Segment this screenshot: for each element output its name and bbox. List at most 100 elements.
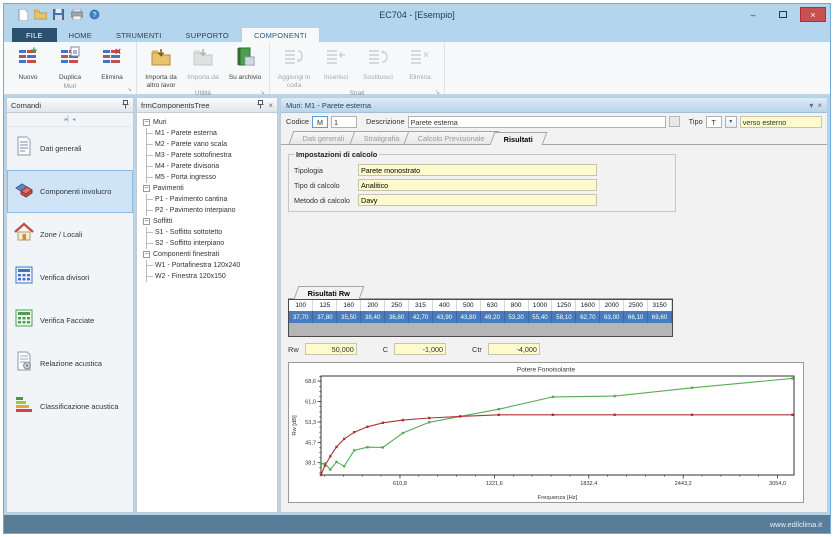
blocks-icon [14, 179, 34, 204]
tipo-label: Tipo [689, 117, 703, 126]
detail-tab-strip: Dati generaliStratigrafiaCalcolo Previsi… [281, 130, 827, 145]
tree-item-w1[interactable]: W1 - Portafinestra 120x240 [147, 260, 275, 271]
tree-item-m1[interactable]: M1 - Parete esterna [147, 128, 275, 139]
dialog-launcher-icon[interactable]: ↘ [127, 86, 132, 93]
metodo-di-calcolo-field[interactable]: Davy [358, 194, 597, 206]
impostazioni-row: Tipo di calcoloAnalitico [294, 179, 670, 191]
close-icon[interactable]: × [817, 101, 822, 110]
pin-icon[interactable] [257, 100, 264, 111]
collapse-icon[interactable]: − [143, 119, 150, 126]
tree-item-m4[interactable]: M4 - Parete divisoria [147, 161, 275, 172]
tree-item-s2[interactable]: S2 - Soffitto interpiano [147, 238, 275, 249]
freq-value-cell[interactable]: 35,50 [337, 311, 361, 323]
tab-calcolo-previsionale[interactable]: Calcolo Previsionale [404, 131, 500, 144]
freq-value-cell[interactable]: 36,80 [385, 311, 409, 323]
tree-group-pavimenti[interactable]: −Pavimenti [143, 183, 275, 194]
ribbon-tab-home[interactable]: HOME [57, 28, 104, 42]
codice-prefix-field[interactable]: M [312, 116, 328, 128]
sidebar-item-verifica-facciate[interactable]: Verifica Facciate [7, 299, 133, 342]
pin-icon[interactable] [122, 100, 129, 111]
duplica-button[interactable]: Duplica [49, 44, 91, 83]
freq-value-cell[interactable]: 53,20 [504, 311, 528, 323]
freq-value-cell[interactable]: 43,90 [432, 311, 456, 323]
su-archivio-button[interactable]: Su archivio [224, 44, 266, 90]
edilclima-link[interactable]: www.edilclima.it [770, 520, 822, 529]
tipo-field[interactable]: T [706, 116, 722, 128]
sidebar-item-dati-generali[interactable]: Dati generali [7, 127, 133, 170]
freq-value-cell[interactable]: 62,70 [576, 311, 600, 323]
tipo-di-calcolo-field[interactable]: Analitico [358, 179, 597, 191]
descrizione-more-button[interactable] [669, 116, 680, 127]
tipologia-field[interactable]: Parete monostrato [358, 164, 597, 176]
nuovo-button[interactable]: +Nuovo [7, 44, 49, 83]
maximize-button[interactable] [770, 7, 796, 22]
freq-value-cell[interactable]: 37,80 [313, 311, 337, 323]
ribbon-tab-file[interactable]: FILE [12, 28, 57, 42]
svg-text:Potere Fonoisolante: Potere Fonoisolante [517, 367, 576, 374]
tipo-dropdown-icon[interactable]: ▾ [725, 116, 737, 128]
c-field[interactable]: -1,000 [394, 343, 446, 355]
impostazioni-title: Impostazioni di calcolo [294, 150, 379, 159]
ribbon-tab-strumenti[interactable]: STRUMENTI [104, 28, 174, 42]
tipo-descrizione-field[interactable]: verso esterno [740, 116, 822, 128]
freq-header-cell: 125 [313, 300, 337, 311]
tree-item-m3[interactable]: M3 - Parete sottofinestra [147, 150, 275, 161]
tree-item-s1[interactable]: S1 - Soffitto sottotetto [147, 227, 275, 238]
sidebar-item-componenti-involucro[interactable]: Componenti involucro [7, 170, 133, 213]
sostituisci-button: Sostituisci [357, 44, 399, 90]
freq-value-cell[interactable]: 55,40 [528, 311, 552, 323]
tab-risultati[interactable]: Risultati [490, 132, 548, 145]
collapse-icon[interactable]: − [143, 185, 150, 192]
tree-item-m5[interactable]: M5 - Porta ingresso [147, 172, 275, 183]
chevron-down-icon[interactable]: ▾ [809, 101, 813, 110]
minimize-button[interactable]: – [740, 7, 766, 22]
close-icon[interactable]: × [268, 101, 273, 110]
tree-group-muri[interactable]: −Muri [143, 117, 275, 128]
freq-value-cell[interactable]: 38,40 [361, 311, 385, 323]
ribbon-tab-supporto[interactable]: SUPPORTO [174, 28, 241, 42]
sidebar-splitter-handle[interactable]: ▸▏◂ [7, 113, 133, 127]
ribbon-button-label: Sostituisci [363, 74, 393, 82]
tree-item-p1[interactable]: P1 - Pavimento cantina [147, 194, 275, 205]
elimina-button[interactable]: ×Elimina [91, 44, 133, 83]
impostazioni-groupbox: Impostazioni di calcolo TipologiaParete … [288, 150, 676, 212]
tree-group-soffitti[interactable]: −Soffitti [143, 216, 275, 227]
freq-value-cell[interactable]: 63,00 [600, 311, 624, 323]
tree-group-componenti-finestrati[interactable]: −Componenti finestrati [143, 249, 275, 260]
freq-value-cell[interactable]: 42,70 [409, 311, 433, 323]
freq-value-cell[interactable]: 49,20 [480, 311, 504, 323]
close-button[interactable]: × [800, 7, 826, 22]
codice-field[interactable]: 1 [331, 116, 357, 128]
descrizione-field[interactable]: Parete esterna [408, 116, 666, 128]
dialog-launcher-icon[interactable]: ↘ [435, 89, 440, 96]
ribbon-button-label: Importa da altro lavor [140, 74, 182, 90]
collapse-icon[interactable]: − [143, 251, 150, 258]
ctr-field[interactable]: -4,000 [488, 343, 540, 355]
tree-item-w2[interactable]: W2 - Finestra 120x150 [147, 271, 275, 282]
rw-field[interactable]: 50,000 [305, 343, 357, 355]
sidebar-item-relazione-acustica[interactable]: Relazione acustica [7, 342, 133, 385]
sidebar-item-verifica-divisori[interactable]: Verifica divisori [7, 256, 133, 299]
freq-header-cell: 100 [289, 300, 313, 311]
sidebar-item-zone-locali[interactable]: Zone / Locali [7, 213, 133, 256]
sidebar-item-classificazione-acustica[interactable]: Classificazione acustica [7, 385, 133, 428]
freq-header-cell: 500 [456, 300, 480, 311]
importa-da-altro-lavor-button[interactable]: Importa da altro lavor [140, 44, 182, 90]
freq-value-cell[interactable]: 37,70 [289, 311, 313, 323]
tab-dati-generali[interactable]: Dati generali [289, 131, 359, 144]
dialog-launcher-icon[interactable]: ↘ [260, 89, 265, 96]
rows-replace-icon [367, 46, 389, 73]
collapse-icon[interactable]: − [143, 218, 150, 225]
calc-blue-icon [14, 265, 34, 290]
tree-panel-title: frmComponentsTree [141, 101, 253, 110]
field-label: Tipo di calcolo [294, 181, 358, 190]
freq-header-cell: 160 [337, 300, 361, 311]
freq-value-cell[interactable]: 69,60 [648, 311, 672, 323]
freq-value-cell[interactable]: 66,10 [624, 311, 648, 323]
tree-item-p2[interactable]: P2 - Pavimento interpiano [147, 205, 275, 216]
tree-item-m2[interactable]: M2 - Parete vano scala [147, 139, 275, 150]
freq-value-cell[interactable]: 43,80 [456, 311, 480, 323]
ribbon-tab-componenti[interactable]: COMPONENTI [241, 27, 320, 42]
freq-value-cell[interactable]: 58,10 [552, 311, 576, 323]
tab-risultati-rw[interactable]: Risultati Rw [294, 286, 365, 299]
